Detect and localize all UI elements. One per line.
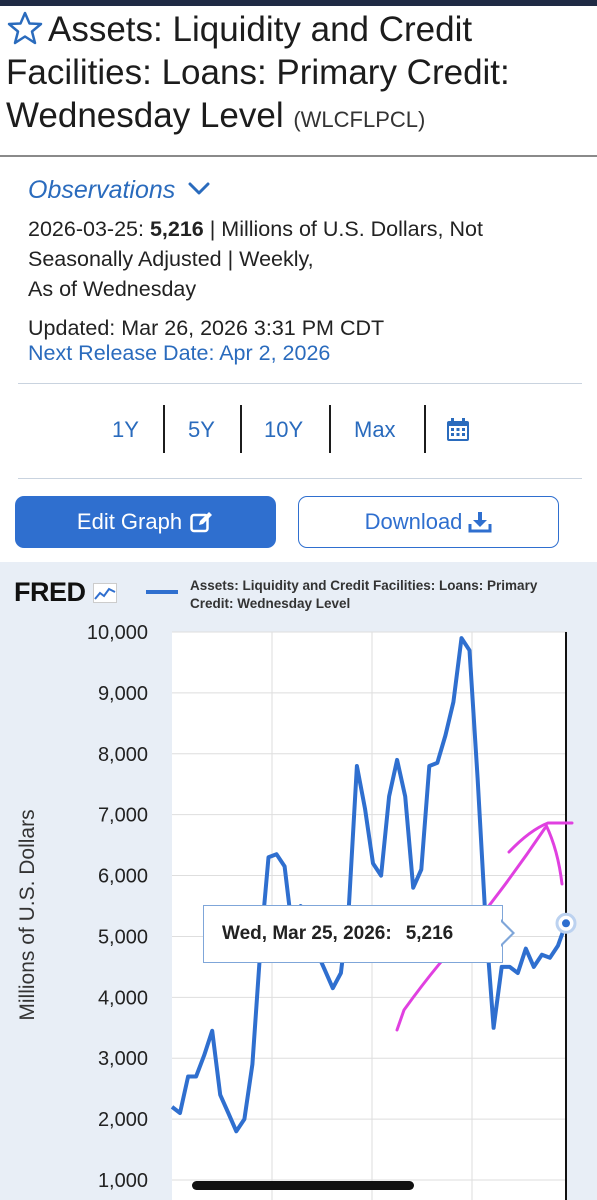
calendar-icon[interactable] — [446, 418, 470, 447]
observation-frequency-note: As of Wednesday — [28, 277, 197, 301]
y-tick-label: 10,000 — [87, 622, 148, 644]
y-tick-label: 8,000 — [98, 744, 148, 766]
next-release-link[interactable]: Next Release Date: Apr 2, 2026 — [28, 341, 330, 366]
download-label: Download — [364, 509, 463, 534]
ranges-top-divider — [18, 383, 582, 384]
tooltip-date: Wed, Mar 25, 2026: — [222, 923, 392, 944]
series-title-text: Assets: Liquidity and Credit Facilities:… — [6, 10, 510, 135]
range-max[interactable]: Max — [354, 417, 396, 443]
edit-icon — [190, 512, 213, 533]
highlight-point — [562, 919, 570, 928]
star-icon[interactable] — [6, 11, 44, 45]
updated-timestamp: Updated: Mar 26, 2026 3:31 PM CDT — [28, 316, 385, 340]
range-selector: 1Y 5Y 10Y Max — [0, 405, 597, 455]
chart-tooltip: Wed, Mar 25, 2026: 5,216 — [203, 905, 503, 963]
range-10y[interactable]: 10Y — [264, 417, 303, 443]
edit-graph-label: Edit Graph — [76, 509, 183, 534]
download-icon — [468, 512, 492, 533]
y-tick-label: 1,000 — [98, 1170, 148, 1192]
top-status-bar — [0, 0, 597, 6]
observations-toggle[interactable]: Observations — [28, 176, 210, 205]
observation-value: 5,216 — [149, 217, 204, 241]
ranges-bottom-divider — [18, 478, 582, 479]
y-tick-label: 4,000 — [98, 987, 148, 1009]
tooltip-value: 5,216 — [405, 923, 454, 944]
range-divider — [240, 405, 242, 453]
observations-heading: Observations — [28, 176, 176, 204]
range-divider — [163, 405, 165, 453]
y-tick-label: 6,000 — [98, 866, 148, 888]
edit-graph-button[interactable]: Edit Graph — [15, 496, 276, 548]
range-5y[interactable]: 5Y — [188, 417, 215, 443]
series-header: Assets: Liquidity and Credit Facilities:… — [0, 8, 597, 141]
y-tick-label: 2,000 — [98, 1109, 148, 1131]
range-divider — [424, 405, 426, 453]
series-code: (WLCFLPCL) — [293, 107, 426, 132]
y-tick-label: 9,000 — [98, 683, 148, 705]
chevron-down-icon — [188, 182, 210, 195]
y-tick-label: 5,000 — [98, 926, 148, 948]
y-tick-label: 7,000 — [98, 805, 148, 827]
observation-date: 2026-03-25: — [28, 217, 144, 241]
tooltip-pointer-fill — [500, 921, 512, 945]
header-divider — [0, 155, 597, 157]
observation-summary: 2026-03-25: 5,216 | Millions of U.S. Dol… — [28, 214, 568, 304]
download-button[interactable]: Download — [298, 496, 559, 548]
y-tick-label: 3,000 — [98, 1048, 148, 1070]
range-1y[interactable]: 1Y — [112, 417, 139, 443]
line-chart[interactable]: 10,000 9,000 8,000 7,000 6,000 5,000 4,000 3,00… — [0, 562, 597, 1200]
page-title: Assets: Liquidity and Credit Facilities:… — [6, 8, 591, 141]
home-indicator[interactable] — [192, 1181, 414, 1190]
range-divider — [329, 405, 331, 453]
